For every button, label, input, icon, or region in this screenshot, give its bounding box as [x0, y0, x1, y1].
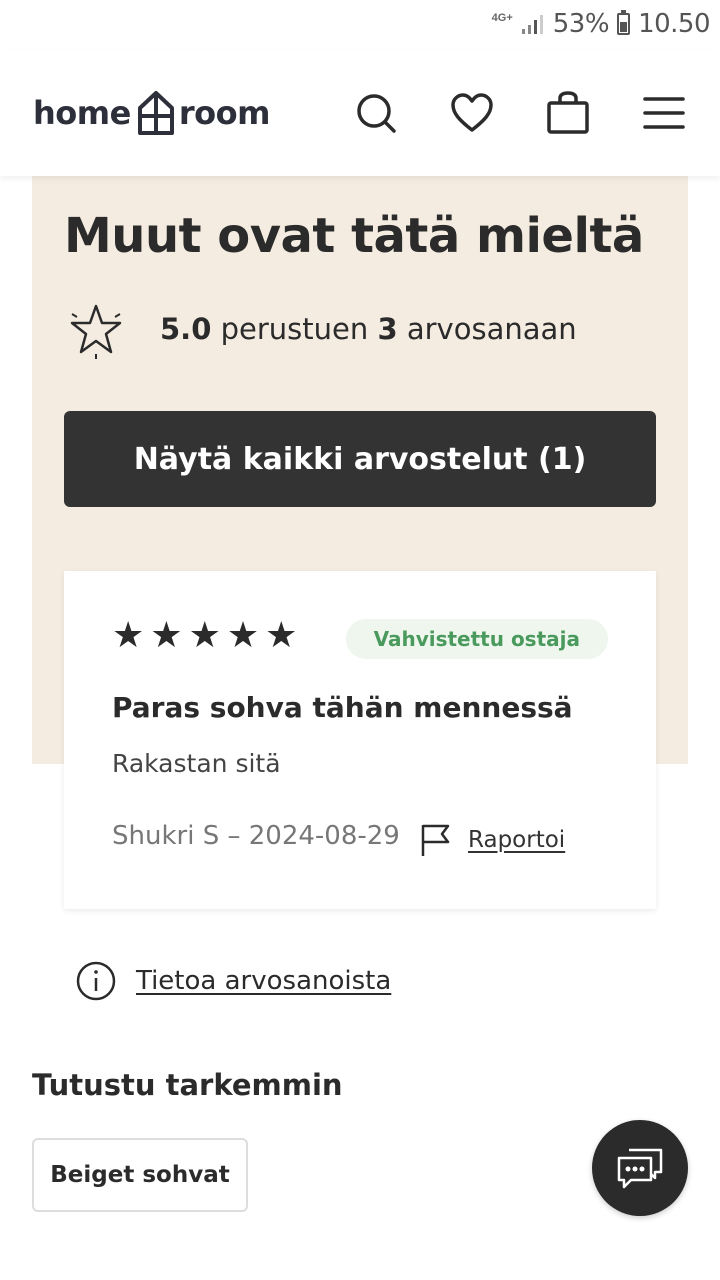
signal-icon	[521, 15, 543, 34]
chat-icon	[617, 1148, 663, 1189]
logo-text-home: home	[33, 94, 131, 132]
review-stars: ★ ★ ★ ★ ★	[112, 617, 297, 653]
report-link[interactable]: Raportoi	[420, 823, 565, 857]
battery-percent: 53%	[552, 9, 610, 39]
review-card: ★ ★ ★ ★ ★ Vahvistettu ostaja Paras sohva…	[64, 571, 656, 909]
rating-value: 5.0	[160, 312, 212, 346]
verified-buyer-badge: Vahvistettu ostaja	[345, 619, 608, 659]
review-author-date: Shukri S – 2024-08-29	[112, 821, 400, 851]
reviews-title: Muut ovat tätä mieltä	[64, 208, 644, 264]
chip-beige-sofas[interactable]: Beiget sohvat	[32, 1138, 248, 1212]
star-filled-icon: ★	[188, 614, 221, 655]
flag-icon	[421, 824, 450, 856]
menu-icon[interactable]	[641, 90, 687, 136]
star-filled-icon: ★	[112, 614, 145, 655]
status-bar: 4G+ 53% 10.50	[0, 0, 720, 50]
ratings-info-label: Tietoa arvosanoista	[136, 966, 392, 996]
search-icon[interactable]	[353, 90, 399, 136]
site-header: home room	[0, 50, 720, 176]
logo-text-room: room	[178, 94, 271, 132]
heart-icon[interactable]	[449, 90, 495, 136]
star-filled-icon: ★	[265, 614, 298, 655]
star-filled-icon: ★	[226, 614, 260, 655]
battery-icon	[617, 10, 631, 35]
ratings-info-link[interactable]: Tietoa arvosanoista	[76, 961, 391, 1001]
house-logo-icon	[137, 91, 174, 135]
review-body: Rakastan sitä	[112, 749, 281, 778]
explore-heading: Tutustu tarkemmin	[32, 1068, 343, 1102]
clock: 10.50	[638, 9, 710, 39]
review-title: Paras sohva tähän mennessä	[112, 691, 573, 724]
rating-suffix: arvosanaan	[406, 312, 577, 346]
star-outline-icon	[70, 304, 122, 359]
info-icon	[76, 961, 116, 1001]
bag-icon[interactable]	[545, 90, 591, 136]
rating-count: 3	[377, 312, 398, 346]
network-type: 4G+	[491, 11, 513, 24]
star-filled-icon: ★	[150, 614, 183, 655]
report-label: Raportoi	[468, 827, 566, 853]
show-all-reviews-button[interactable]: Näytä kaikki arvostelut (1)	[64, 411, 656, 507]
rating-mid: perustuen	[220, 312, 369, 346]
logo[interactable]: home room	[33, 88, 270, 138]
chat-button[interactable]	[592, 1120, 688, 1216]
rating-summary: 5.0 perustuen 3 arvosanaan	[160, 312, 577, 346]
